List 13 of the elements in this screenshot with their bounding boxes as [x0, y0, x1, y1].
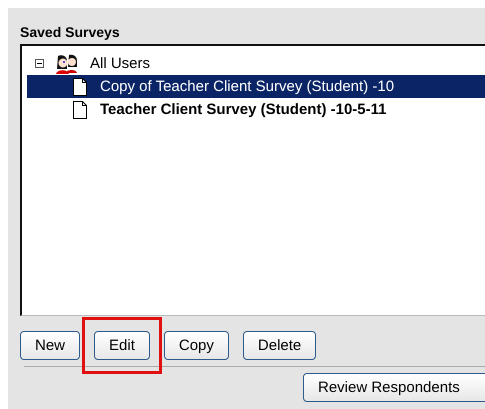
- collapse-icon[interactable]: [35, 59, 44, 68]
- review-button[interactable]: Review Respondents: [303, 373, 485, 402]
- action-button[interactable]: New: [20, 330, 80, 360]
- action-button[interactable]: Edit: [94, 330, 150, 360]
- document-icon: [72, 100, 88, 120]
- tree-item[interactable]: Copy of Teacher Client Survey (Student) -10: [27, 75, 485, 98]
- panel-title: Saved Surveys: [20, 24, 121, 42]
- people-icon: [54, 52, 80, 74]
- document-icon: [72, 76, 88, 96]
- tree-item[interactable]: All Users: [27, 52, 485, 75]
- action-button[interactable]: Delete: [242, 330, 316, 360]
- action-button[interactable]: Copy: [164, 330, 229, 360]
- tree-item[interactable]: Teacher Client Survey (Student) -10-5-11: [27, 98, 485, 121]
